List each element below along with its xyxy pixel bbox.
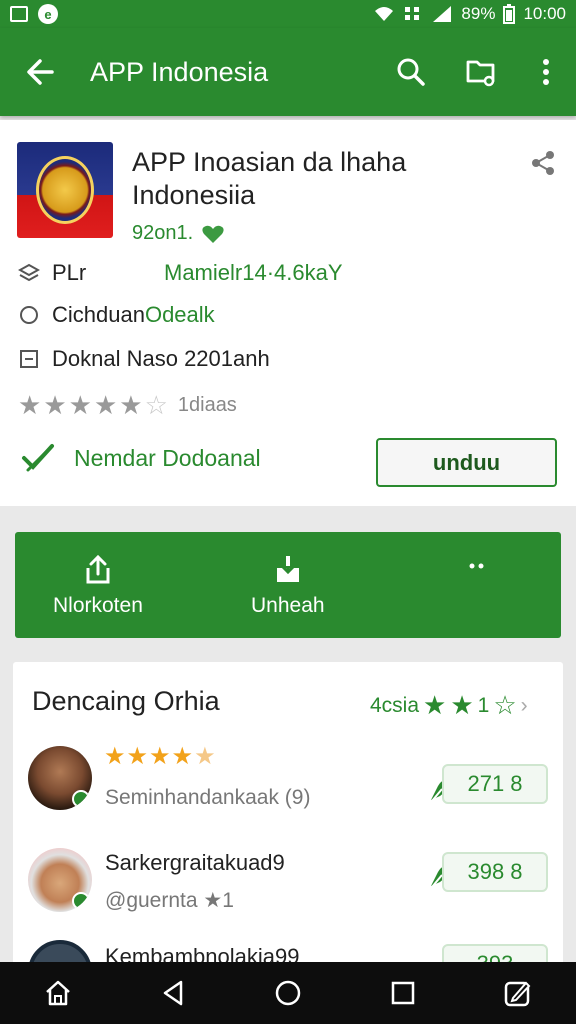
circle-icon	[18, 304, 40, 326]
info-row-size: PLr Mamielr14·4.6kaY	[18, 260, 343, 286]
app-logo	[17, 142, 113, 238]
home-nav-button[interactable]	[258, 963, 318, 1023]
battery-icon	[503, 4, 516, 24]
star-icon: ★	[93, 390, 118, 420]
app-title-line-1: APP Inoasian da lhaha	[132, 147, 407, 177]
garuda-emblem-icon	[36, 156, 94, 224]
star-icon: ★	[423, 690, 447, 720]
chevron-right-icon: ›	[520, 693, 528, 717]
action-download[interactable]: Unheah	[251, 554, 325, 618]
gallery-icon	[10, 6, 28, 22]
star-icon: ★	[18, 390, 42, 420]
digit-one: 1	[477, 693, 490, 717]
edit-button[interactable]	[488, 963, 548, 1023]
review-meta: Seminhandankaak (9)	[105, 786, 311, 809]
folder-settings-button[interactable]	[446, 28, 516, 116]
info-date-label: Doknal Naso 2201anh	[52, 346, 270, 371]
heart-icon[interactable]	[201, 223, 225, 245]
review-author: Sarkergraitakuad9	[105, 850, 285, 875]
search-icon	[397, 58, 425, 86]
star-icon: ★	[119, 390, 143, 420]
info-row-date: Doknal Naso 2201anh	[18, 346, 270, 372]
action-more[interactable]	[467, 562, 487, 570]
download-button[interactable]: unduu	[376, 438, 557, 487]
minus-box-icon	[18, 348, 40, 370]
circle-home-icon	[275, 980, 301, 1006]
home-button[interactable]	[28, 963, 88, 1023]
signal-alt-icon	[405, 7, 420, 20]
app-bar-title: APP Indonesia	[90, 56, 269, 87]
rating-count: 1diaas	[177, 394, 237, 416]
system-nav-bar	[0, 962, 576, 1024]
arrow-left-icon	[27, 59, 54, 85]
square-recents-icon	[391, 981, 415, 1005]
check-leaf-icon	[22, 444, 54, 472]
download-label: Nemdar Dodoanal	[74, 444, 261, 471]
action-panel: Nlorkoten Unheah	[15, 532, 561, 638]
wifi-icon	[375, 7, 394, 21]
star-outline-icon: ☆	[493, 690, 517, 720]
review-stars: ★★★★★	[104, 743, 217, 770]
app-bar: APP Indonesia	[0, 28, 576, 116]
recents-button[interactable]	[373, 963, 433, 1023]
share-network-icon[interactable]	[528, 148, 558, 178]
rating-stars: ★ ★ ★ ★ ★ ☆ 1diaas	[18, 390, 237, 421]
status-bar: e 89% 10:00	[0, 0, 576, 28]
action-share-label: Nlorkoten	[53, 594, 143, 617]
layers-icon	[18, 262, 40, 284]
pencil-box-icon	[505, 981, 531, 1007]
app-title-line-2: Indonesiia	[132, 180, 256, 210]
avatar[interactable]	[28, 848, 92, 912]
more-icon	[469, 563, 484, 569]
like-count-pill[interactable]: 271 8	[442, 764, 548, 804]
search-button[interactable]	[376, 28, 446, 116]
star-icon: ★	[450, 690, 474, 720]
download-icon	[276, 556, 299, 582]
developer-row: 92on1.	[132, 222, 225, 245]
info-size-value: Mamielr14·4.6kaY	[164, 260, 343, 285]
star-outline-icon: ☆	[144, 390, 168, 420]
review-meta: @guernta ★1	[105, 889, 234, 912]
battery-text: 89%	[461, 4, 496, 23]
info-size-label: PLr	[52, 260, 87, 285]
star-icon: ★	[43, 390, 67, 420]
clock-text: 10:00	[523, 4, 566, 23]
info-status-value: Odealk	[144, 302, 215, 327]
more-vert-icon	[543, 59, 549, 85]
signal-icon	[433, 6, 452, 22]
back-nav-button[interactable]	[143, 963, 203, 1023]
triangle-back-icon	[163, 980, 183, 1006]
star-icon: ★	[68, 390, 92, 420]
avatar[interactable]	[28, 746, 92, 810]
verified-badge-icon	[72, 790, 90, 808]
reviews-rating[interactable]: 4csia ★ ★ 1 ☆ ›	[370, 690, 528, 721]
like-count-pill[interactable]: 398 8	[442, 852, 548, 892]
action-download-label: Unheah	[251, 594, 325, 617]
share-icon	[86, 554, 110, 584]
info-row-status: Cichduan Odealk	[18, 302, 215, 328]
folder-gear-icon	[466, 60, 495, 87]
reviews-rating-label: 4csia	[370, 693, 420, 717]
download-info-row: Nemdar Dodoanal	[20, 440, 261, 476]
more-options-button[interactable]	[516, 28, 576, 116]
back-button[interactable]	[0, 28, 80, 116]
house-icon	[45, 980, 70, 1006]
reviews-heading: Dencaing Orhia	[32, 686, 220, 716]
action-share[interactable]: Nlorkoten	[53, 554, 143, 618]
e-app-icon: e	[38, 4, 58, 24]
verified-badge-icon	[72, 892, 90, 910]
app-title: APP Inoasian da lhaha Indonesiia	[132, 146, 512, 212]
developer-name[interactable]: 92on1.	[132, 222, 193, 245]
info-status-label: Cichduan	[52, 302, 145, 327]
